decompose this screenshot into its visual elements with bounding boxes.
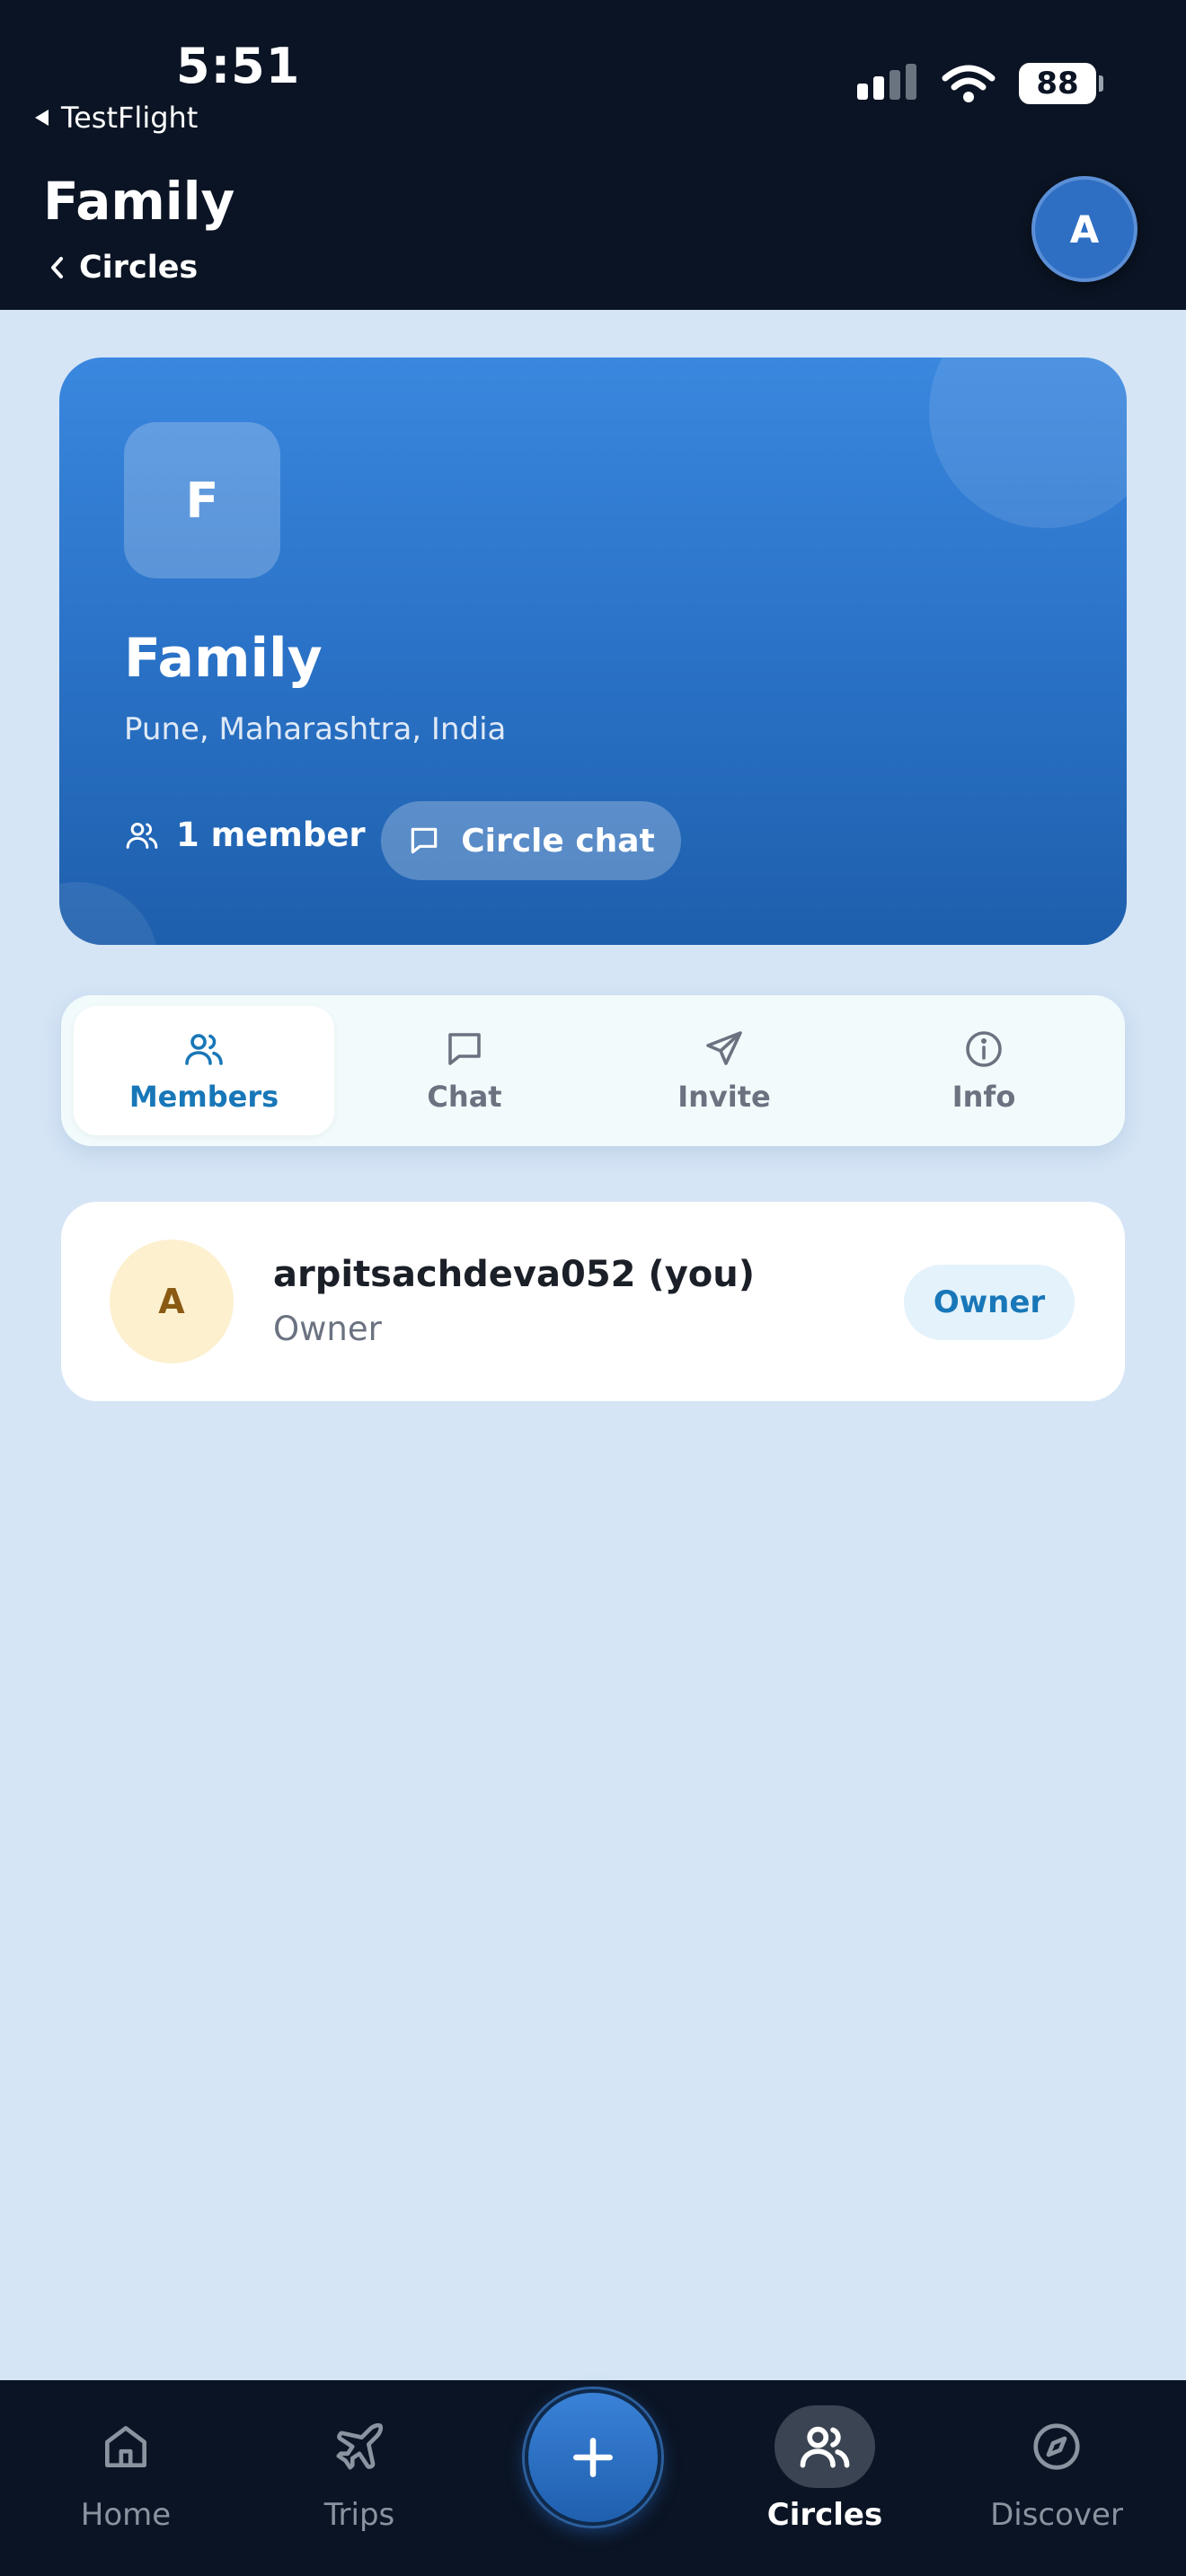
- plane-icon: [336, 2422, 384, 2470]
- home-icon-wrap: [76, 2405, 175, 2488]
- nav-home-label: Home: [80, 2497, 172, 2533]
- member-role: Owner: [273, 1310, 382, 1348]
- chat-icon: [448, 1033, 481, 1065]
- circle-chat-button[interactable]: Circle chat: [381, 801, 681, 880]
- compass-icon: [1033, 2423, 1080, 2470]
- circle-name: Family: [124, 627, 323, 690]
- tab-invite[interactable]: Invite: [594, 1006, 854, 1135]
- back-app-label: TestFlight: [61, 101, 199, 135]
- nav-home[interactable]: Home: [45, 2405, 207, 2533]
- member-name: arpitsachdeva052 (you): [273, 1254, 756, 1295]
- owner-badge: Owner: [904, 1265, 1075, 1340]
- chevron-left-icon: [51, 257, 63, 278]
- tab-invite-label: Invite: [677, 1080, 771, 1114]
- users-icon: [800, 2426, 850, 2468]
- member-list-item[interactable]: A arpitsachdeva052 (you) Owner Owner: [61, 1202, 1125, 1401]
- decorative-circle: [59, 882, 158, 945]
- member-count: 1 member: [124, 816, 366, 854]
- users-icon-wrap: [774, 2405, 875, 2488]
- nav-trips-label: Trips: [323, 2497, 395, 2533]
- tab-chat[interactable]: Chat: [334, 1006, 595, 1135]
- status-indicators: 88: [855, 63, 1103, 104]
- profile-avatar[interactable]: A: [1031, 176, 1137, 282]
- battery-indicator: 88: [1019, 63, 1103, 104]
- member-avatar: A: [110, 1239, 234, 1363]
- tab-members[interactable]: Members: [74, 1006, 334, 1135]
- nav-circles-label: Circles: [766, 2497, 883, 2533]
- nav-discover[interactable]: Discover: [976, 2405, 1137, 2533]
- circle-initial-tile: F: [124, 422, 280, 578]
- circle-hero-card: F Family Pune, Maharashtra, India 1 memb…: [59, 357, 1127, 945]
- back-triangle-icon: [35, 110, 49, 126]
- chat-icon: [411, 827, 438, 854]
- wifi-icon: [942, 65, 996, 102]
- nav-circles[interactable]: Circles: [744, 2405, 906, 2533]
- tab-info[interactable]: Info: [854, 1006, 1114, 1135]
- add-button[interactable]: [525, 2389, 661, 2526]
- plus-icon: [573, 2438, 613, 2477]
- page-title: Family: [43, 171, 235, 232]
- circle-tabs: Members Chat Invite Info: [61, 995, 1125, 1146]
- send-icon: [706, 1031, 742, 1065]
- tab-members-label: Members: [128, 1080, 279, 1114]
- status-time: 5:51: [176, 38, 301, 94]
- circle-chat-label: Circle chat: [461, 822, 655, 860]
- signal-icon: [857, 64, 916, 100]
- circle-location: Pune, Maharashtra, India: [124, 711, 507, 747]
- users-icon: [185, 1034, 223, 1065]
- breadcrumb-back[interactable]: Circles: [49, 250, 198, 286]
- compass-icon-wrap: [1007, 2405, 1106, 2488]
- breadcrumb-label: Circles: [79, 250, 199, 286]
- nav-discover-label: Discover: [990, 2497, 1123, 2533]
- tab-info-label: Info: [951, 1080, 1016, 1114]
- home-icon: [105, 2426, 146, 2467]
- plane-icon-wrap: [310, 2405, 409, 2488]
- nav-trips[interactable]: Trips: [279, 2405, 440, 2533]
- info-icon: [966, 1031, 1002, 1067]
- users-icon: [126, 822, 158, 849]
- tab-chat-label: Chat: [427, 1080, 502, 1114]
- back-to-app-link[interactable]: TestFlight: [32, 101, 198, 135]
- member-count-label: 1 member: [176, 816, 366, 854]
- decorative-circle: [929, 357, 1127, 528]
